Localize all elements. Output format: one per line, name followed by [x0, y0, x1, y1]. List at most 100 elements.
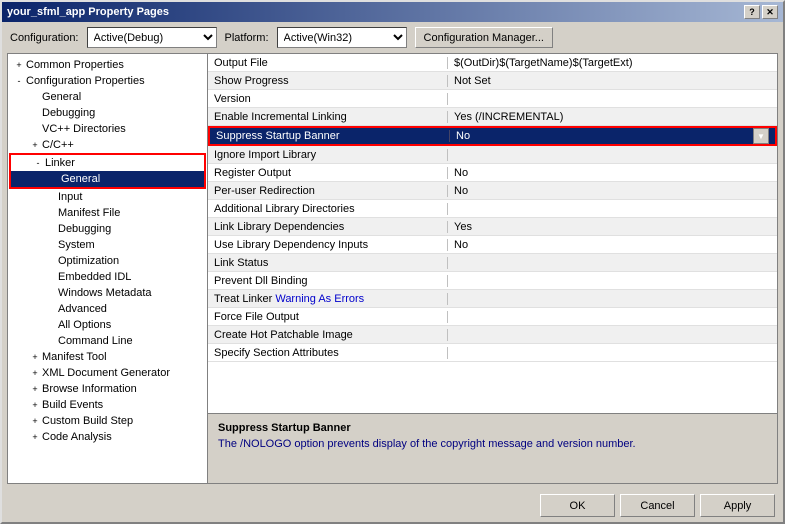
prop-value-suppress-banner: No ▼ [450, 128, 775, 144]
prop-name-use-lib-dep-inputs: Use Library Dependency Inputs [208, 239, 448, 251]
prop-text-per-user-redir: No [454, 185, 771, 197]
table-row: Enable Incremental Linking Yes (/INCREME… [208, 108, 777, 126]
tree-item-vc-dirs[interactable]: VC++ Directories [8, 121, 207, 137]
dropdown-arrow-suppress-banner[interactable]: ▼ [753, 128, 769, 144]
tree-item-cpp[interactable]: + C/C++ [8, 137, 207, 153]
prop-text-output-file: $(OutDir)$(TargetName)$(TargetExt) [454, 57, 771, 69]
tree-item-general[interactable]: General [8, 89, 207, 105]
table-row: Register Output No [208, 164, 777, 182]
table-row: Use Library Dependency Inputs No [208, 236, 777, 254]
prop-name-add-lib-dirs: Additional Library Directories [208, 203, 448, 215]
tree-item-build-events[interactable]: + Build Events [8, 397, 207, 413]
prop-name-hot-patchable: Create Hot Patchable Image [208, 329, 448, 341]
tree-item-linker-system[interactable]: System [8, 237, 207, 253]
treat-linker-normal-text: Treat Linker [214, 293, 275, 305]
tree-item-custom-build[interactable]: + Custom Build Step [8, 413, 207, 429]
tree-item-linker-manifest[interactable]: Manifest File [8, 205, 207, 221]
table-row: Additional Library Directories [208, 200, 777, 218]
table-row-suppress-banner[interactable]: Suppress Startup Banner No ▼ [208, 126, 777, 146]
platform-label: Platform: [225, 32, 269, 44]
prop-name-ignore-import: Ignore Import Library [208, 149, 448, 161]
prop-text-incremental: Yes (/INCREMENTAL) [454, 111, 771, 123]
expand-icon-linker-windows-metadata [44, 285, 58, 301]
properties-table: Output File $(OutDir)$(TargetName)$(Targ… [208, 54, 777, 413]
apply-button[interactable]: Apply [700, 494, 775, 517]
tree-item-debugging[interactable]: Debugging [8, 105, 207, 121]
tree-label-linker-general: General [61, 173, 100, 185]
tree-item-code-analysis[interactable]: + Code Analysis [8, 429, 207, 445]
expand-icon-code-analysis: + [28, 429, 42, 445]
tree-label-vc-dirs: VC++ Directories [42, 123, 126, 135]
prop-text-suppress-banner: No [456, 130, 753, 142]
tree-item-linker-command-line[interactable]: Command Line [8, 333, 207, 349]
expand-icon-linker-manifest [44, 205, 58, 221]
description-title: Suppress Startup Banner [218, 422, 767, 434]
prop-name-link-status: Link Status [208, 257, 448, 269]
tree-label-debugging: Debugging [42, 107, 95, 119]
tree-item-config-props[interactable]: - Configuration Properties [8, 73, 207, 89]
prop-name-section-attrs: Specify Section Attributes [208, 347, 448, 359]
tree-item-linker-embedded-idl[interactable]: Embedded IDL [8, 269, 207, 285]
tree-item-manifest-tool[interactable]: + Manifest Tool [8, 349, 207, 365]
expand-icon-common: + [12, 57, 26, 73]
expand-icon-custom-build: + [28, 413, 42, 429]
tree-label-linker: Linker [45, 157, 75, 169]
tree-label-browse-info: Browse Information [42, 383, 137, 395]
expand-icon-vc-dirs [28, 121, 42, 137]
prop-value-per-user-redir: No [448, 185, 777, 197]
tree-item-linker-optimization[interactable]: Optimization [8, 253, 207, 269]
tree-label-linker-debugging: Debugging [58, 223, 111, 235]
titlebar: your_sfml_app Property Pages ? ✕ [2, 2, 783, 22]
tree-item-linker-all-options[interactable]: All Options [8, 317, 207, 333]
expand-icon-linker-embedded-idl [44, 269, 58, 285]
tree-label-linker-windows-metadata: Windows Metadata [58, 287, 152, 299]
tree-item-browse-info[interactable]: + Browse Information [8, 381, 207, 397]
config-label: Configuration: [10, 32, 79, 44]
tree-item-linker-advanced[interactable]: Advanced [8, 301, 207, 317]
titlebar-buttons: ? ✕ [744, 5, 778, 19]
tree-label-general: General [42, 91, 81, 103]
tree-label-build-events: Build Events [42, 399, 103, 411]
prop-name-prevent-dll: Prevent Dll Binding [208, 275, 448, 287]
prop-name-link-lib-deps: Link Library Dependencies [208, 221, 448, 233]
platform-select[interactable]: Active(Win32) [277, 27, 407, 48]
ok-button[interactable]: OK [540, 494, 615, 517]
expand-icon-linker-debugging [44, 221, 58, 237]
table-row: Show Progress Not Set [208, 72, 777, 90]
bottom-buttons: OK Cancel Apply [2, 489, 783, 522]
treat-linker-link-text: Warning As Errors [275, 293, 364, 305]
table-row: Output File $(OutDir)$(TargetName)$(Targ… [208, 54, 777, 72]
config-manager-btn[interactable]: Configuration Manager... [415, 27, 553, 48]
table-row: Specify Section Attributes [208, 344, 777, 362]
expand-icon-build-events: + [28, 397, 42, 413]
tree-label-linker-system: System [58, 239, 95, 251]
tree-item-linker-windows-metadata[interactable]: Windows Metadata [8, 285, 207, 301]
tree-label-linker-all-options: All Options [58, 319, 111, 331]
prop-name-version: Version [208, 93, 448, 105]
tree-label-linker-manifest: Manifest File [58, 207, 120, 219]
description-box: Suppress Startup Banner The /NOLOGO opti… [208, 413, 777, 483]
prop-name-register-output: Register Output [208, 167, 448, 179]
cancel-button[interactable]: Cancel [620, 494, 695, 517]
window-title: your_sfml_app Property Pages [7, 6, 169, 18]
prop-value-link-lib-deps: Yes [448, 221, 777, 233]
expand-icon-manifest-tool: + [28, 349, 42, 365]
expand-icon-browse-info: + [28, 381, 42, 397]
expand-icon-linker-optimization [44, 253, 58, 269]
tree-item-linker-debugging[interactable]: Debugging [8, 221, 207, 237]
expand-icon-linker-command-line [44, 333, 58, 349]
expand-icon-xml-doc-gen: + [28, 365, 42, 381]
close-btn[interactable]: ✕ [762, 5, 778, 19]
config-select[interactable]: Active(Debug) [87, 27, 217, 48]
tree-label-linker-advanced: Advanced [58, 303, 107, 315]
tree-item-linker[interactable]: - Linker [11, 155, 204, 171]
tree-label-cpp: C/C++ [42, 139, 74, 151]
prop-name-suppress-banner: Suppress Startup Banner [210, 130, 450, 142]
tree-item-xml-doc-gen[interactable]: + XML Document Generator [8, 365, 207, 381]
expand-icon-debugging [28, 105, 42, 121]
tree-item-common-props[interactable]: + Common Properties [8, 57, 207, 73]
help-btn[interactable]: ? [744, 5, 760, 19]
tree-item-linker-general[interactable]: General [11, 171, 204, 187]
tree-item-linker-input[interactable]: Input [8, 189, 207, 205]
tree-label-linker-optimization: Optimization [58, 255, 119, 267]
